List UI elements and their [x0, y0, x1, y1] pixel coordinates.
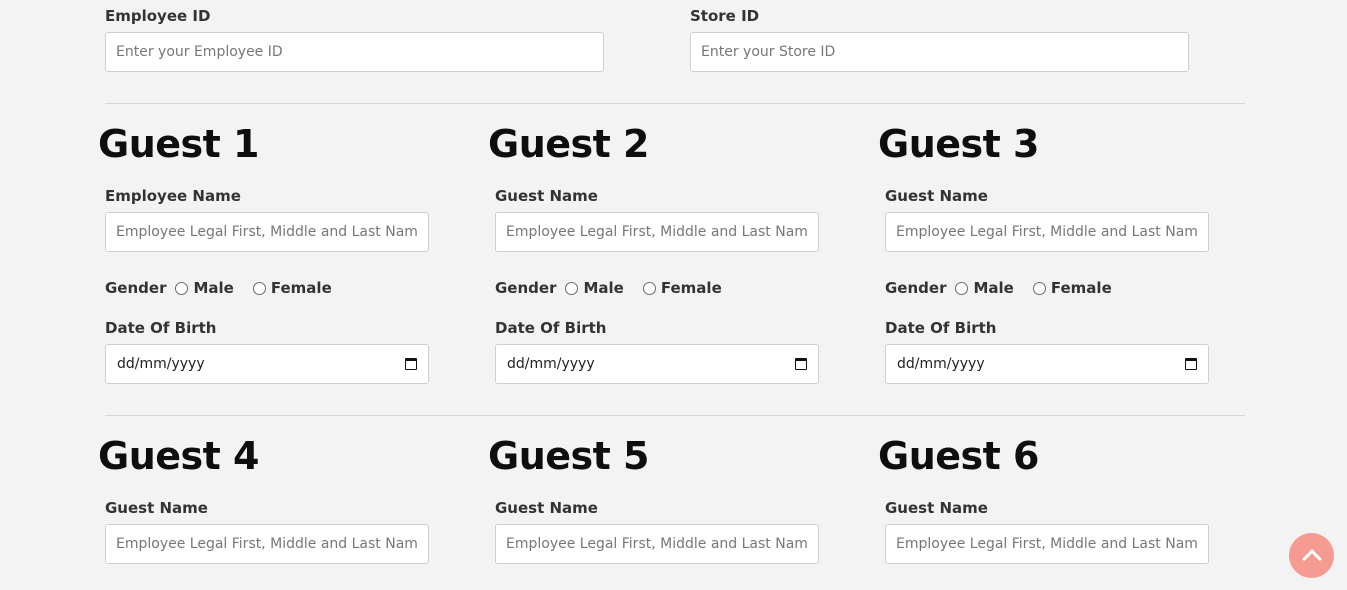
guest-2-male-radio[interactable]	[565, 281, 579, 295]
male-label: Male	[973, 279, 1014, 297]
guest-1-gender-row: Gender Male Female	[105, 278, 351, 298]
female-label: Female	[660, 279, 722, 297]
guest-5-name-label: Guest Name	[495, 499, 598, 517]
male-label: Male	[583, 279, 624, 297]
calendar-icon[interactable]	[405, 358, 417, 370]
guest-1-male-radio[interactable]	[175, 281, 189, 295]
male-label: Male	[193, 279, 234, 297]
guest-3-female-radio[interactable]	[1032, 281, 1046, 295]
store-id-label: Store ID	[690, 7, 760, 25]
calendar-icon[interactable]	[1185, 358, 1197, 370]
gender-label: Gender	[885, 279, 947, 297]
guest-registration-form: Employee ID Store ID Guest 1 Employee Na…	[0, 0, 1347, 590]
guest-3-heading: Guest 3	[878, 122, 1039, 166]
store-id-input[interactable]	[690, 32, 1189, 72]
guest-5-heading: Guest 5	[488, 434, 649, 478]
guest-6-name-label: Guest Name	[885, 499, 988, 517]
guest-3-gender-row: Gender Male Female	[885, 278, 1131, 298]
guest-5-name-input[interactable]	[495, 524, 819, 564]
section-divider	[105, 415, 1245, 416]
guest-3-dob-input[interactable]: dd/mm/yyyy	[885, 344, 1209, 384]
guest-2-name-input[interactable]	[495, 212, 819, 252]
dob-value: dd/mm/yyyy	[117, 356, 205, 372]
section-divider	[105, 103, 1245, 104]
guest-2-gender-row: Gender Male Female	[495, 278, 741, 298]
guest-6-heading: Guest 6	[878, 434, 1039, 478]
guest-3-name-input[interactable]	[885, 212, 1209, 252]
guest-4-name-label: Guest Name	[105, 499, 208, 517]
gender-label: Gender	[495, 279, 557, 297]
dob-value: dd/mm/yyyy	[507, 356, 595, 372]
guest-2-female-radio[interactable]	[642, 281, 656, 295]
guest-6-name-input[interactable]	[885, 524, 1209, 564]
guest-1-dob-input[interactable]: dd/mm/yyyy	[105, 344, 429, 384]
employee-id-input[interactable]	[105, 32, 604, 72]
calendar-icon[interactable]	[795, 358, 807, 370]
guest-2-dob-input[interactable]: dd/mm/yyyy	[495, 344, 819, 384]
female-label: Female	[1050, 279, 1112, 297]
guest-2-dob-label: Date Of Birth	[495, 319, 607, 337]
guest-2-heading: Guest 2	[488, 122, 649, 166]
guest-2-name-label: Guest Name	[495, 187, 598, 205]
female-label: Female	[270, 279, 332, 297]
guest-4-heading: Guest 4	[98, 434, 259, 478]
dob-value: dd/mm/yyyy	[897, 356, 985, 372]
guest-3-male-radio[interactable]	[955, 281, 969, 295]
guest-1-heading: Guest 1	[98, 122, 259, 166]
guest-1-dob-label: Date Of Birth	[105, 319, 217, 337]
employee-id-label: Employee ID	[105, 7, 211, 25]
guest-1-female-radio[interactable]	[252, 281, 266, 295]
guest-3-name-label: Guest Name	[885, 187, 988, 205]
scroll-to-top-button[interactable]	[1289, 533, 1334, 578]
gender-label: Gender	[105, 279, 167, 297]
guest-1-name-label: Employee Name	[105, 187, 241, 205]
guest-1-name-input[interactable]	[105, 212, 429, 252]
guest-3-dob-label: Date Of Birth	[885, 319, 997, 337]
guest-4-name-input[interactable]	[105, 524, 429, 564]
chevron-up-icon	[1301, 549, 1322, 569]
